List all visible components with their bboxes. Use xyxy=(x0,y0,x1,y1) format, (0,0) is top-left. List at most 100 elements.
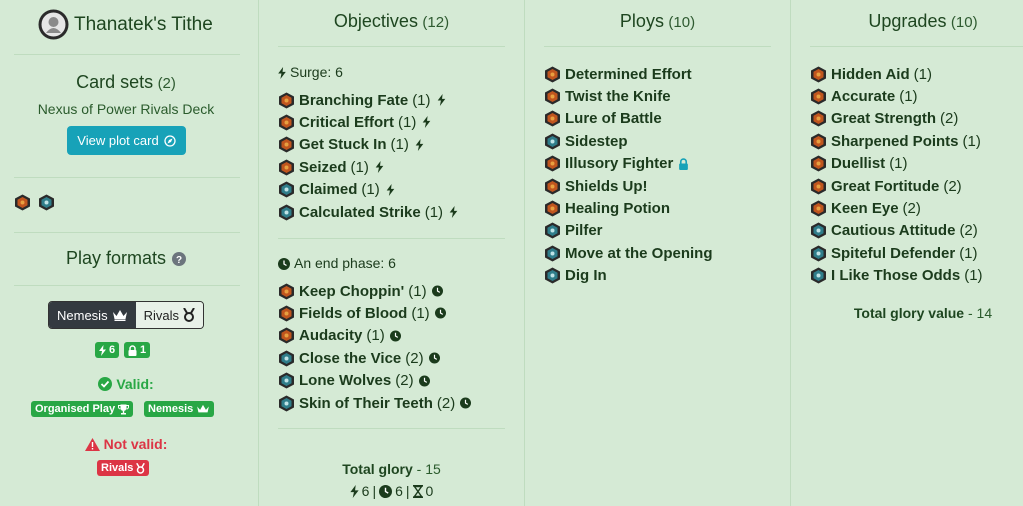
upgrades-heading: Upgrades (10) xyxy=(868,11,978,31)
card-name: Healing Potion xyxy=(565,199,670,217)
lock-icon xyxy=(678,157,689,170)
card-quantity: (1) xyxy=(350,158,369,176)
orange-faction-hex-icon xyxy=(278,327,295,344)
surge-objectives-list: Branching Fate (1) Critical Effort (1) Get S… xyxy=(278,89,518,224)
card-row[interactable]: Cautious Attitude (2) xyxy=(810,220,978,242)
card-row[interactable]: Move at the Opening xyxy=(544,242,713,264)
card-quantity: (2) xyxy=(959,222,978,240)
compass-icon xyxy=(164,134,176,147)
teal-faction-hex-icon xyxy=(278,181,295,198)
clock-icon xyxy=(278,257,290,270)
not-valid-heading: Not valid: xyxy=(0,436,252,452)
crown-icon xyxy=(196,404,210,414)
card-row[interactable]: Illusory Fighter xyxy=(544,153,689,175)
card-quantity: (1) xyxy=(361,181,380,199)
clock-icon xyxy=(460,397,472,409)
card-row[interactable]: Audacity (1) xyxy=(278,325,401,347)
card-row[interactable]: Close the Vice (2) xyxy=(278,347,440,369)
card-sets-heading: Card sets (2) xyxy=(76,72,176,92)
card-name: Great Fortitude xyxy=(831,177,940,195)
card-set-name: Nexus of Power Rivals Deck xyxy=(37,101,215,117)
card-quantity: (1) xyxy=(408,282,427,300)
objectives-panel: Objectives (12) Surge: 6 Branching Fate(… xyxy=(259,0,524,506)
card-quantity: (1) xyxy=(962,132,981,150)
card-row[interactable]: Accurate (1) xyxy=(810,85,918,107)
clock-icon xyxy=(428,352,440,364)
ploys-list: Determined Effort Twist the Knife Lure of … xyxy=(544,63,784,288)
card-quantity: (1) xyxy=(889,155,908,173)
upgrades-list: Hidden Aid (1) Accurate (1) Great Strength (2… xyxy=(810,63,1020,288)
card-name: Critical Effort xyxy=(299,113,395,131)
card-name: Get Stuck In xyxy=(299,136,387,154)
card-quantity: (1) xyxy=(398,113,417,131)
divider xyxy=(278,428,505,429)
format-nemesis-button[interactable]: Nemesis xyxy=(49,302,136,328)
crown-icon xyxy=(112,309,128,321)
card-quantity: (1) xyxy=(899,87,918,105)
card-row[interactable]: Claimed (1) xyxy=(278,179,396,201)
card-name: Move at the Opening xyxy=(565,244,713,262)
surge-section-label: Surge: 6 xyxy=(278,64,343,80)
clock-icon xyxy=(418,375,430,387)
card-row[interactable]: Keen Eye (2) xyxy=(810,197,921,219)
card-row[interactable]: Great Strength (2) xyxy=(810,108,958,130)
ploys-panel: Ploys (10) Determined Effort Twist the Kn… xyxy=(525,0,790,506)
card-row[interactable]: Hidden Aid (1) xyxy=(810,63,932,85)
card-row[interactable]: Great Fortitude (2) xyxy=(810,175,962,197)
card-name: Sidestep xyxy=(565,132,628,150)
card-row[interactable]: Critical Effort (1) xyxy=(278,111,432,133)
surge-count-badge: 6 xyxy=(95,342,120,358)
card-row[interactable]: Dig In xyxy=(544,265,607,287)
medal-icon xyxy=(183,307,195,322)
format-rivals-button[interactable]: Rivals xyxy=(135,302,203,328)
orange-faction-hex-icon xyxy=(278,305,295,322)
deck-info-panel: Thanatek's Tithe Card sets (2) Nexus of … xyxy=(0,0,258,506)
card-row[interactable]: Lone Wolves (2) xyxy=(278,370,430,392)
card-row[interactable]: Shields Up! xyxy=(544,175,648,197)
card-row[interactable]: Duellist (1) xyxy=(810,153,908,175)
card-row[interactable]: Sidestep xyxy=(544,130,628,152)
card-row[interactable]: Fields of Blood (1) xyxy=(278,302,446,324)
card-quantity: (2) xyxy=(405,349,424,367)
card-name: Dig In xyxy=(565,267,607,285)
teal-faction-hex-icon xyxy=(810,245,827,262)
card-row[interactable]: Skin of Their Teeth (2) xyxy=(278,392,472,414)
card-row[interactable]: Sharpened Points (1) xyxy=(810,130,981,152)
divider xyxy=(278,46,505,47)
divider xyxy=(278,238,505,239)
card-row[interactable]: Healing Potion xyxy=(544,197,670,219)
objectives-heading: Objectives (12) xyxy=(333,11,450,31)
card-name: Lone Wolves xyxy=(299,372,392,390)
card-row[interactable]: Pilfer xyxy=(544,220,603,242)
card-quantity: (1) xyxy=(913,65,932,83)
card-row[interactable]: Spiteful Defender (1) xyxy=(810,242,978,264)
card-row[interactable]: Seized (1) xyxy=(278,156,385,178)
card-row[interactable]: I Like Those Odds (1) xyxy=(810,265,983,287)
view-plot-card-button[interactable]: View plot card xyxy=(67,126,186,155)
divider xyxy=(14,54,240,55)
card-row[interactable]: Keep Choppin' (1) xyxy=(278,280,443,302)
hourglass-icon xyxy=(412,484,423,498)
objectives-total: Total glory - 15 xyxy=(342,461,441,477)
card-row[interactable]: Twist the Knife xyxy=(544,85,671,107)
card-row[interactable]: Calculated Strike (1) xyxy=(278,201,459,223)
card-row[interactable]: Lure of Battle xyxy=(544,108,662,130)
orange-faction-hex-icon xyxy=(810,178,827,195)
divider xyxy=(14,177,240,178)
card-row[interactable]: Determined Effort xyxy=(544,63,692,85)
orange-faction-hex-icon xyxy=(544,155,561,172)
card-name: Shields Up! xyxy=(565,177,648,195)
orange-faction-hex-icon xyxy=(810,110,827,127)
card-row[interactable]: Get Stuck In (1) xyxy=(278,134,425,156)
card-name: Determined Effort xyxy=(565,65,692,83)
card-quantity: (1) xyxy=(964,267,983,285)
faction-icons xyxy=(14,194,59,211)
question-circle-icon[interactable]: ? xyxy=(172,251,187,266)
teal-faction-hex-icon xyxy=(38,194,55,211)
teal-faction-hex-icon xyxy=(544,245,561,262)
format-toggle: Nemesis Rivals xyxy=(48,301,204,329)
clock-icon xyxy=(389,330,401,342)
card-row[interactable]: Branching Fate (1) xyxy=(278,89,447,111)
nemesis-valid-badge: Nemesis xyxy=(144,401,215,417)
card-name: Branching Fate xyxy=(299,91,409,109)
